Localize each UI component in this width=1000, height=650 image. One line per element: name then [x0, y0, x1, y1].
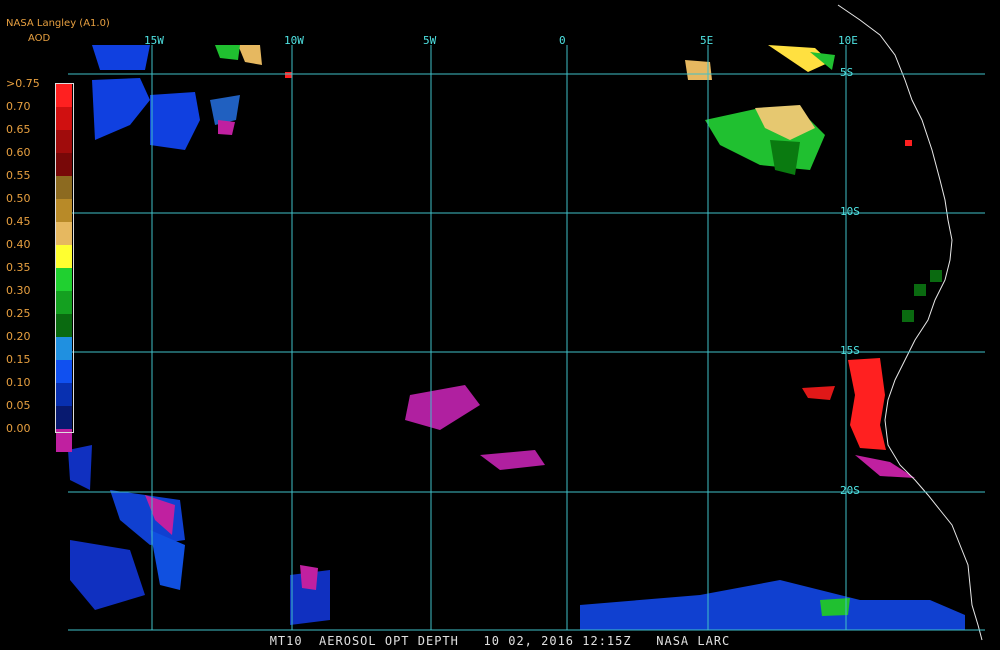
legend-label: 0.20 [6, 330, 31, 343]
legend-label: 0.05 [6, 399, 31, 412]
footer-caption: MT10 AEROSOL OPT DEPTH 10 02, 2016 12:15… [269, 634, 731, 648]
legend-label: >0.75 [6, 77, 40, 90]
legend-label: 0.70 [6, 100, 31, 113]
legend-label: 0.10 [6, 376, 31, 389]
legend-label: 0.30 [6, 284, 31, 297]
longitude-label: 5E [700, 34, 714, 47]
legend-label: 0.60 [6, 146, 31, 159]
legend-label: 0.00 [6, 422, 31, 435]
product-label: AOD [28, 33, 51, 44]
legend-label: 0.55 [6, 169, 31, 182]
legend-label: 0.65 [6, 123, 31, 136]
legend-label: 0.50 [6, 192, 31, 205]
aod-map [0, 0, 1000, 650]
legend-label: 0.25 [6, 307, 31, 320]
legend-label: 0.15 [6, 353, 31, 366]
longitude-label: 5W [423, 34, 437, 47]
latitude-label: 20S [840, 484, 860, 497]
longitude-label: 10E [838, 34, 858, 47]
longitude-label: 15W [144, 34, 164, 47]
latitude-label: 15S [840, 344, 860, 357]
legend-frame [55, 83, 74, 433]
legend-label: 0.45 [6, 215, 31, 228]
longitude-label: 10W [284, 34, 304, 47]
latitude-label: 5S [840, 66, 854, 79]
legend-label: 0.35 [6, 261, 31, 274]
longitude-label: 0 [559, 34, 566, 47]
legend-label: 0.40 [6, 238, 31, 251]
source-label: NASA Langley (A1.0) [6, 18, 110, 29]
latitude-label: 10S [840, 205, 860, 218]
